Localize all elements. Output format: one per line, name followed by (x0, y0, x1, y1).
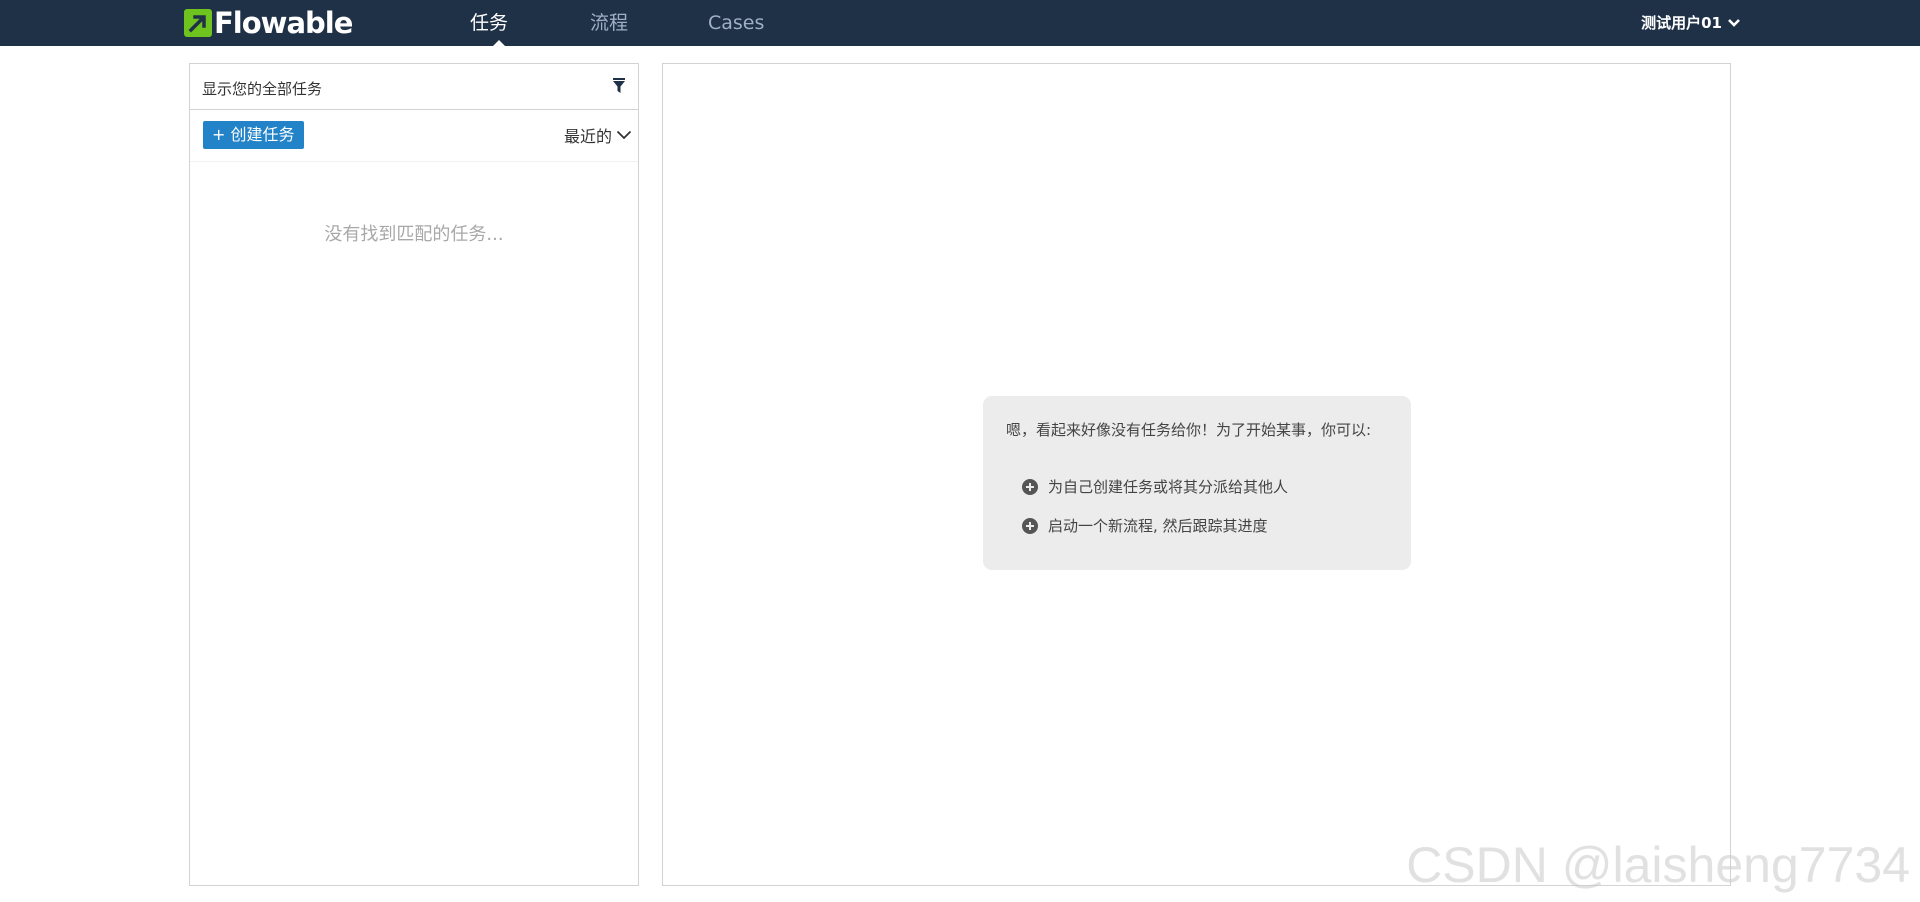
tab-tasks-label: 任务 (470, 12, 509, 34)
tab-cases-label: Cases (708, 12, 765, 34)
start-process-action[interactable]: 启动一个新流程, 然后跟踪其进度 (1022, 515, 1268, 536)
sort-label: 最近的 (563, 127, 612, 146)
plus-circle-icon (1022, 517, 1038, 534)
filter-icon[interactable] (612, 78, 626, 98)
help-intro-text: 嗯，看起来好像没有任务给你！为了开始某事，你可以: (1006, 421, 1372, 439)
top-navbar: Flowable 任务 流程 Cases 测试用户01 (0, 0, 1920, 47)
chevron-down-icon (616, 130, 632, 140)
user-name: 测试用户01 (1641, 14, 1722, 32)
watermark: CSDN @laisheng7734 (1406, 837, 1910, 893)
flowable-logo[interactable]: Flowable (184, 6, 353, 40)
tab-cases[interactable]: Cases (708, 0, 808, 46)
task-detail-panel: 嗯，看起来好像没有任务给你！为了开始某事，你可以: 为自己创建任务或将其分派给其… (662, 63, 1731, 886)
empty-task-list-message: 没有找到匹配的任务... (324, 224, 504, 245)
tab-processes-label: 流程 (590, 12, 629, 34)
task-list-panel: 显示您的全部任务 + 创建任务 最近的 没有找到匹配的任务... (189, 63, 639, 886)
no-tasks-help-box: 嗯，看起来好像没有任务给你！为了开始某事，你可以: 为自己创建任务或将其分派给其… (983, 396, 1411, 570)
main-nav: 任务 流程 Cases (460, 0, 808, 47)
active-tab-caret (492, 40, 506, 47)
tab-processes[interactable]: 流程 (590, 0, 708, 46)
flowable-logo-icon (184, 9, 212, 37)
task-filter-label[interactable]: 显示您的全部任务 (202, 78, 322, 99)
sort-dropdown[interactable]: 最近的 (564, 123, 632, 147)
start-process-action-label: 启动一个新流程, 然后跟踪其进度 (1048, 517, 1268, 535)
tab-tasks[interactable]: 任务 (470, 0, 590, 47)
task-filter-bar[interactable]: 显示您的全部任务 (190, 64, 638, 110)
chevron-down-icon (1728, 0, 1740, 46)
create-task-action-label: 为自己创建任务或将其分派给其他人 (1048, 478, 1289, 496)
logo-wordmark: Flowable (214, 6, 353, 40)
create-task-button[interactable]: + 创建任务 (203, 121, 304, 149)
task-list-toolbar: + 创建任务 最近的 (190, 110, 638, 162)
create-task-action[interactable]: 为自己创建任务或将其分派给其他人 (1022, 476, 1288, 497)
plus-circle-icon (1022, 478, 1038, 495)
user-menu[interactable]: 测试用户01 (1641, 0, 1740, 46)
